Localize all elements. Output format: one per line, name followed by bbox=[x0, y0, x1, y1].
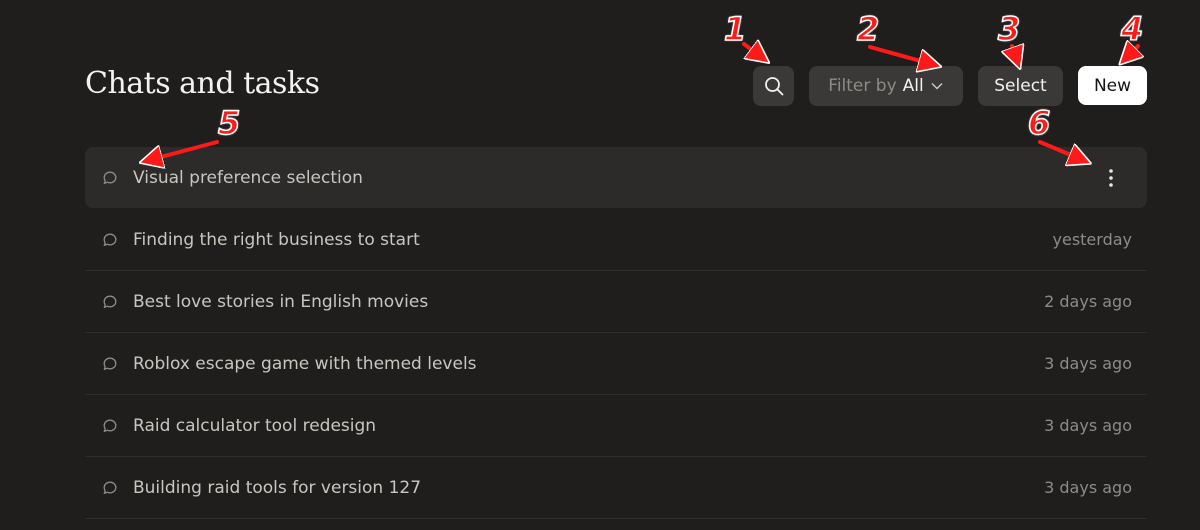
page-title: Chats and tasks bbox=[85, 66, 320, 101]
chat-bubble-icon bbox=[103, 481, 117, 494]
chat-bubble-icon bbox=[103, 171, 117, 184]
chat-row[interactable]: Best love stories in English movies 2 da… bbox=[85, 271, 1147, 333]
chat-row[interactable]: Finding the right business to start yest… bbox=[85, 209, 1147, 271]
chat-row[interactable]: Building raid tools for version 127 3 da… bbox=[85, 457, 1147, 519]
chat-title: Visual preference selection bbox=[133, 167, 363, 188]
chat-timestamp: yesterday bbox=[1052, 230, 1133, 249]
chat-title: Best love stories in English movies bbox=[133, 291, 429, 312]
annotation-number: 4 bbox=[1120, 9, 1144, 49]
search-button[interactable] bbox=[753, 66, 794, 106]
select-button[interactable]: Select bbox=[978, 66, 1063, 106]
annotation-number: 3 bbox=[997, 9, 1021, 49]
new-button[interactable]: New bbox=[1078, 66, 1147, 105]
search-icon bbox=[764, 77, 783, 96]
filter-prefix-label: Filter by bbox=[828, 76, 897, 96]
filter-dropdown[interactable]: Filter by All bbox=[809, 66, 963, 106]
chat-title: Finding the right business to start bbox=[133, 229, 420, 250]
chevron-down-icon bbox=[931, 82, 943, 90]
more-options-button[interactable] bbox=[1100, 165, 1122, 191]
chat-bubble-icon bbox=[103, 233, 117, 246]
annotation-number: 1 bbox=[723, 9, 747, 49]
chat-row[interactable]: Roblox escape game with themed levels 3 … bbox=[85, 333, 1147, 395]
chat-title: Raid calculator tool redesign bbox=[133, 415, 377, 436]
chat-bubble-icon bbox=[103, 419, 117, 432]
chat-list: Visual preference selection Finding the … bbox=[85, 147, 1147, 519]
chat-timestamp: 2 days ago bbox=[1044, 292, 1132, 311]
chat-row[interactable]: Raid calculator tool redesign 3 days ago bbox=[85, 395, 1147, 457]
chat-timestamp: 3 days ago bbox=[1044, 354, 1132, 373]
filter-value: All bbox=[902, 76, 924, 96]
annotation-number: 2 bbox=[856, 9, 880, 49]
chat-title: Building raid tools for version 127 bbox=[133, 477, 422, 498]
annotation-number: 5 bbox=[217, 103, 241, 143]
chat-timestamp: 3 days ago bbox=[1044, 416, 1132, 435]
chat-row[interactable]: Visual preference selection bbox=[85, 147, 1147, 208]
chat-bubble-icon bbox=[103, 295, 117, 308]
annotation-number: 6 bbox=[1027, 103, 1051, 143]
chat-title: Roblox escape game with themed levels bbox=[133, 353, 477, 374]
more-vertical-icon bbox=[1109, 168, 1113, 187]
chat-timestamp: 3 days ago bbox=[1044, 478, 1132, 497]
chat-bubble-icon bbox=[103, 357, 117, 370]
